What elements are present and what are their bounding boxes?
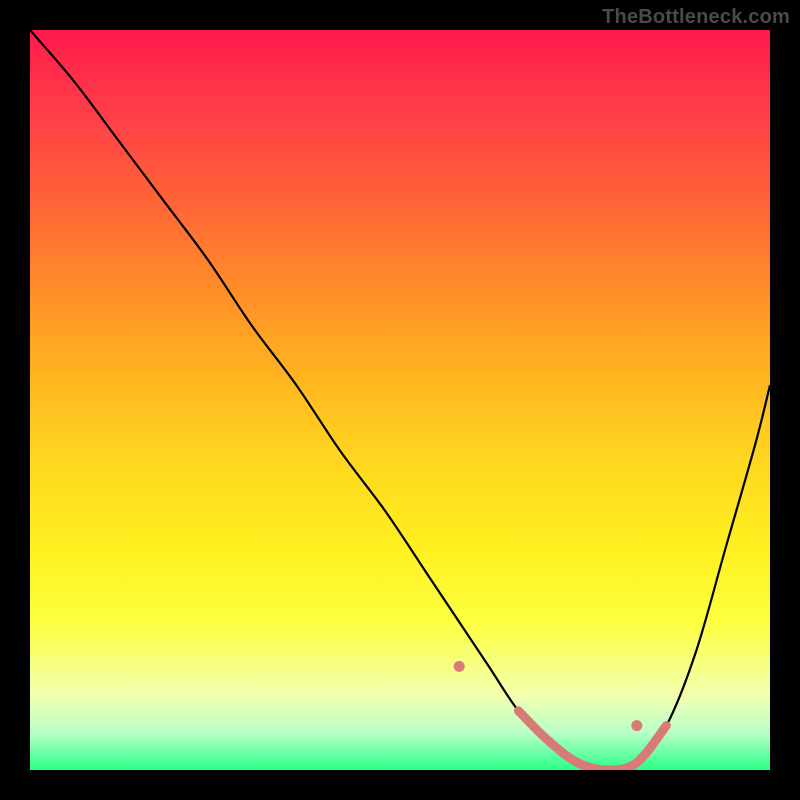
highlight-dot [454,661,465,672]
bottleneck-curve-path [30,30,770,770]
bottleneck-curve-svg [30,30,770,770]
bottleneck-curve-highlight [518,711,666,770]
highlight-dot [631,720,642,731]
chart-frame: TheBottleneck.com [0,0,800,800]
plot-area [30,30,770,770]
watermark-text: TheBottleneck.com [602,6,790,29]
highlight-dots [454,661,643,731]
